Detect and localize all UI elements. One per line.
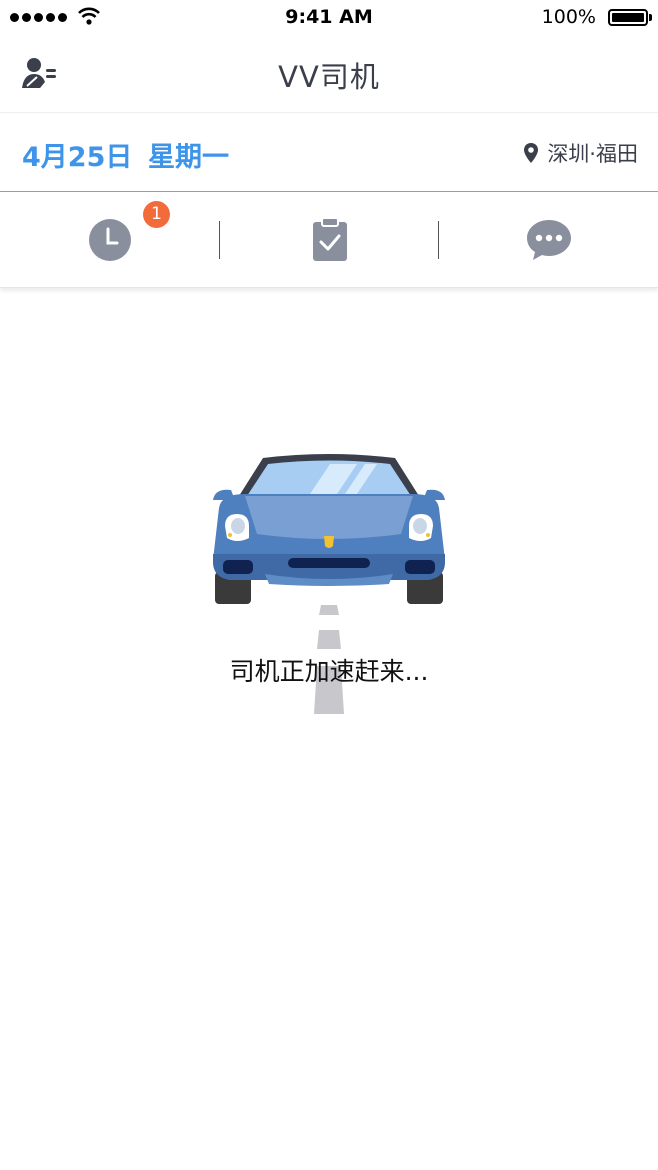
clipboard-check-icon bbox=[312, 217, 347, 261]
battery-percent: 100% bbox=[541, 6, 596, 28]
location-label: 深圳·福田 bbox=[547, 142, 638, 166]
location-pin-icon bbox=[524, 143, 539, 163]
status-bar: 9:41 AM 100% bbox=[0, 0, 658, 36]
nav-bar: VV司机 bbox=[0, 36, 658, 113]
driver-status-message: 司机正加速赶来... bbox=[229, 657, 429, 686]
tab-history[interactable]: 1 bbox=[0, 192, 219, 287]
tab-messages[interactable] bbox=[439, 192, 658, 287]
battery-icon bbox=[608, 9, 648, 26]
weekday-label: 星期一 bbox=[148, 142, 229, 173]
page-title: VV司机 bbox=[278, 60, 380, 94]
location-selector[interactable]: 深圳·福田 bbox=[523, 138, 638, 168]
notification-badge: 1 bbox=[143, 201, 170, 228]
date-location-bar: 4月25日 星期一 深圳·福田 bbox=[0, 113, 658, 192]
date-label: 4月25日 bbox=[22, 142, 133, 173]
chat-bubble-icon bbox=[526, 219, 571, 260]
clock-icon bbox=[88, 218, 131, 261]
tab-orders[interactable] bbox=[220, 192, 439, 287]
tab-bar: 1 bbox=[0, 192, 658, 288]
